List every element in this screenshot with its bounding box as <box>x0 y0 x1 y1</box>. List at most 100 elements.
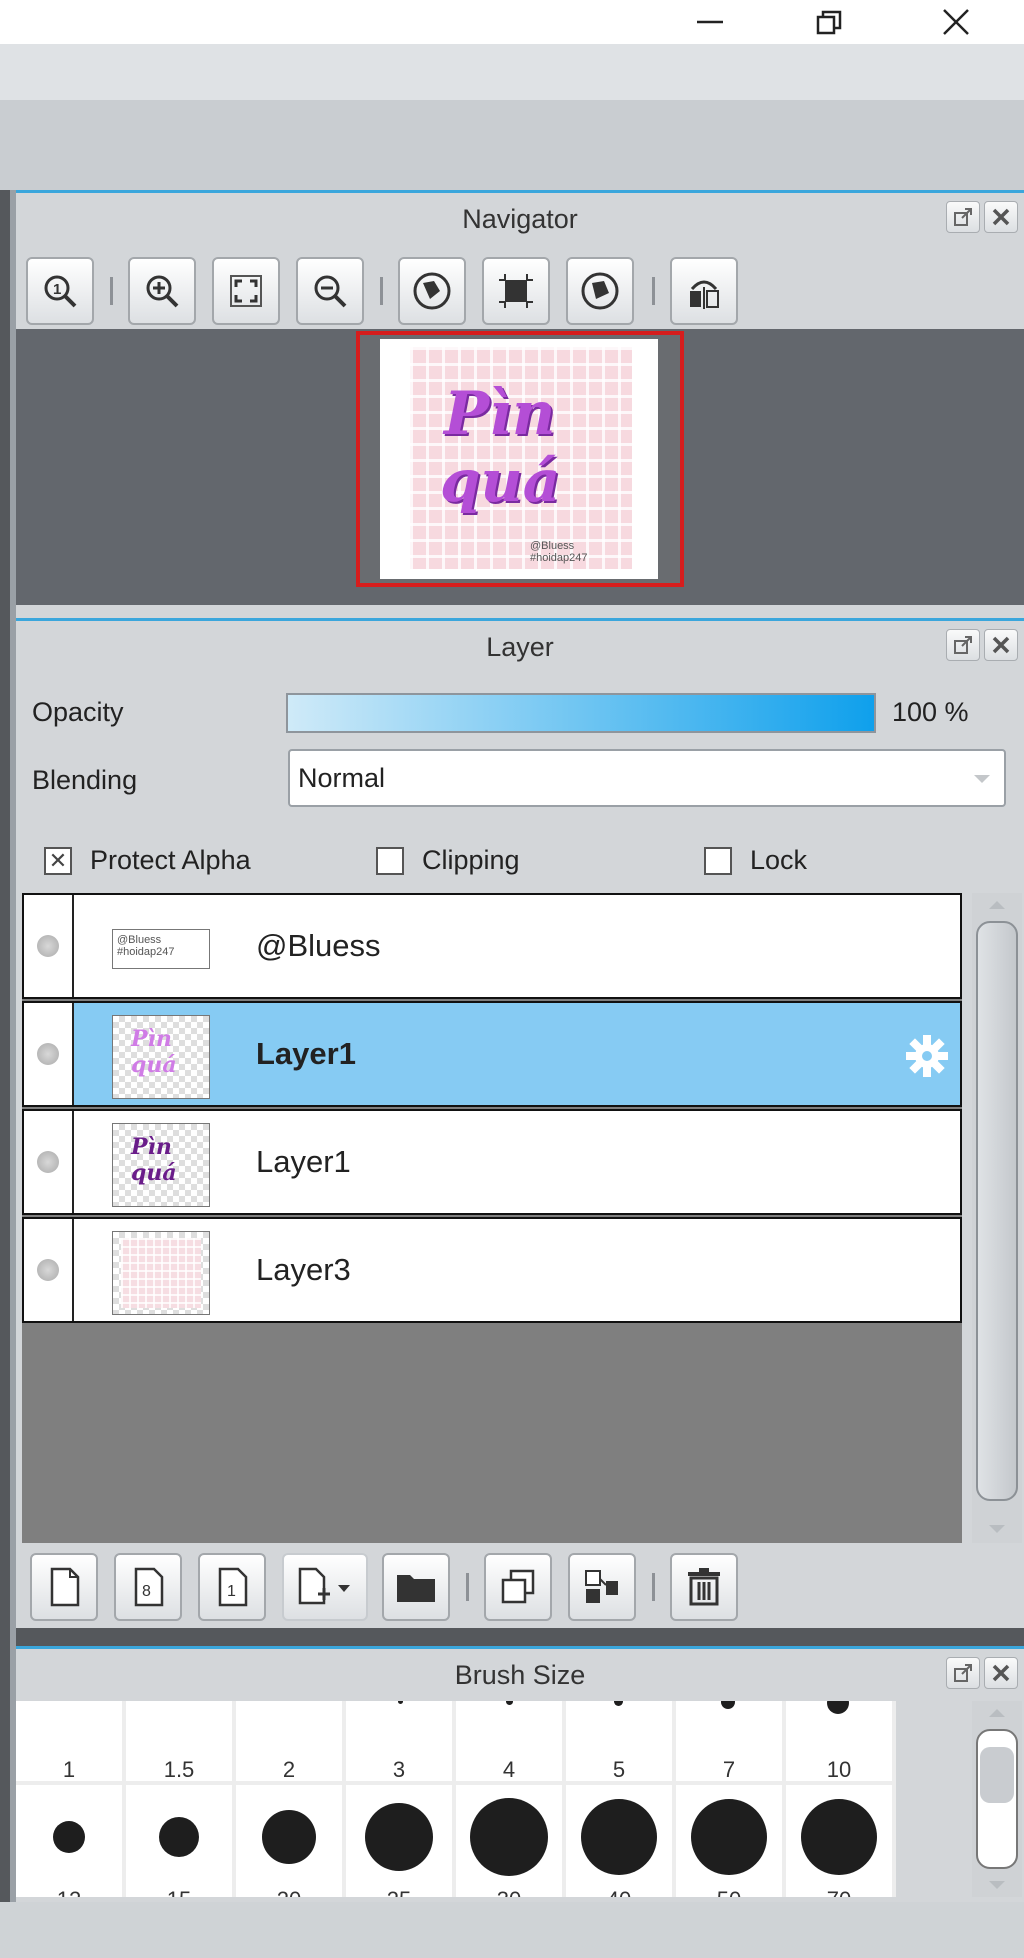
brush-size-label: 30 <box>456 1887 562 1897</box>
menu-bar <box>0 44 1024 100</box>
settings-gear-icon[interactable] <box>904 1033 950 1084</box>
close-panel-icon[interactable] <box>984 629 1018 661</box>
close-panel-icon[interactable] <box>984 201 1018 233</box>
brush-size-label: 20 <box>236 1887 342 1897</box>
zoom-out-icon[interactable] <box>296 257 364 325</box>
layer-row[interactable]: Pìn quá Layer1 <box>22 1109 962 1215</box>
clipping-label: Clipping <box>422 845 520 875</box>
scroll-up-icon[interactable] <box>989 901 1005 909</box>
new-1bit-layer-icon[interactable]: 1 <box>198 1553 266 1621</box>
brush-size-cell[interactable] <box>786 1785 892 1897</box>
panel-title: Layer <box>486 631 554 662</box>
new-8bit-layer-icon[interactable]: 8 <box>114 1553 182 1621</box>
layer-list[interactable]: @Bluess #hoidap247 @Bluess Pìn quá Layer1 … <box>22 893 962 1543</box>
brush-size-label: 25 <box>346 1887 452 1897</box>
layer-name: Layer1 <box>256 1036 356 1071</box>
minimize-icon[interactable] <box>680 0 740 44</box>
opacity-value: 100 % <box>892 697 969 727</box>
opacity-slider[interactable] <box>286 693 876 733</box>
scroll-down-icon[interactable] <box>989 1881 1005 1889</box>
scrollbar-thumb[interactable] <box>976 921 1018 1501</box>
layer-thumbnail: @Bluess #hoidap247 <box>112 929 210 969</box>
opacity-label: Opacity <box>32 697 124 727</box>
undock-icon[interactable] <box>946 201 980 233</box>
visibility-dot-icon <box>37 1259 59 1281</box>
brush-size-label: 50 <box>676 1887 782 1897</box>
blending-label: Blending <box>32 765 138 795</box>
visibility-dot-icon <box>37 1043 59 1065</box>
layer-visibility-toggle[interactable] <box>24 1003 74 1105</box>
merge-down-icon[interactable] <box>568 1553 636 1621</box>
close-panel-icon[interactable] <box>984 1657 1018 1689</box>
layer-thumbnail: Pìn quá <box>112 1123 210 1207</box>
layer-thumbnail <box>112 1231 210 1315</box>
brush-scrollbar[interactable] <box>972 1701 1022 1897</box>
new-folder-icon[interactable] <box>382 1553 450 1621</box>
duplicate-layer-icon[interactable] <box>484 1553 552 1621</box>
close-icon[interactable] <box>926 0 986 44</box>
toolbar-area <box>0 100 1024 192</box>
brush-size-label: 10 <box>826 1757 852 1782</box>
brush-size-cell[interactable] <box>676 1785 782 1897</box>
panel-title: Brush Size <box>454 1659 586 1690</box>
layer-visibility-toggle[interactable] <box>24 1219 74 1321</box>
visibility-dot-icon <box>37 935 59 957</box>
preview-signature-2: #hoidap247 <box>530 552 588 564</box>
lock-label: Lock <box>750 845 808 875</box>
undock-icon[interactable] <box>946 629 980 661</box>
navigator-preview-area[interactable]: Pìn quá @Bluess #hoidap247 <box>16 329 1024 605</box>
canvas-preview: Pìn quá @Bluess #hoidap247 <box>380 339 658 579</box>
brush-size-label: 40 <box>566 1887 672 1897</box>
brush-size-cell[interactable] <box>236 1785 342 1897</box>
brush-size-cell[interactable] <box>126 1785 232 1897</box>
panel-separator <box>16 1628 1024 1646</box>
fit-screen-icon[interactable] <box>212 257 280 325</box>
layer-name: Layer1 <box>256 1144 351 1179</box>
flip-icon[interactable] <box>670 257 738 325</box>
layer-row[interactable]: Layer3 <box>22 1217 962 1323</box>
layer-thumbnail: Pìn quá <box>112 1015 210 1099</box>
brush-size-cell[interactable] <box>16 1785 122 1897</box>
blending-value: Normal <box>298 762 386 793</box>
layer-row-selected[interactable]: Pìn quá Layer1 <box>22 1001 962 1107</box>
scrollbar-thumb[interactable] <box>980 1747 1014 1803</box>
brush-size-label: 1.5 <box>163 1757 195 1782</box>
layer-row[interactable]: @Bluess #hoidap247 @Bluess <box>22 893 962 999</box>
protect-alpha-checkbox[interactable]: ✕ <box>44 847 72 875</box>
layer-scrollbar[interactable] <box>972 893 1022 1543</box>
brush-size-cell[interactable] <box>456 1785 562 1897</box>
preview-artwork-line1: Pìn <box>444 379 556 449</box>
new-layer-icon[interactable] <box>30 1553 98 1621</box>
brush-size-label: 15 <box>126 1887 232 1897</box>
rotate-right-icon[interactable] <box>566 257 634 325</box>
status-strip <box>0 1902 1024 1958</box>
navigator-viewport-frame[interactable]: Pìn quá @Bluess #hoidap247 <box>356 331 684 587</box>
undock-icon[interactable] <box>946 1657 980 1689</box>
scroll-down-icon[interactable] <box>989 1525 1005 1533</box>
layer-visibility-toggle[interactable] <box>24 895 74 997</box>
brush-size-panel: Brush Size 1 1.5 2 3 4 5 7 10 12 15 20 <box>16 1646 1024 1902</box>
rotate-left-icon[interactable] <box>398 257 466 325</box>
brush-size-cell[interactable] <box>566 1785 672 1897</box>
layer-name: @Bluess <box>256 928 381 963</box>
brush-size-label: 5 <box>612 1757 626 1782</box>
layer-visibility-toggle[interactable] <box>24 1111 74 1213</box>
reset-view-icon[interactable] <box>482 257 550 325</box>
delete-layer-icon[interactable] <box>670 1553 738 1621</box>
svg-text:1: 1 <box>227 1583 236 1600</box>
svg-text:1: 1 <box>53 281 61 298</box>
blending-select[interactable]: Normal <box>288 749 1006 807</box>
zoom-reset-icon[interactable]: 1 <box>26 257 94 325</box>
scroll-up-icon[interactable] <box>989 1709 1005 1717</box>
panel-title: Navigator <box>462 203 578 234</box>
brush-size-grid[interactable]: 1 1.5 2 3 4 5 7 10 12 15 20 25 30 40 50 … <box>16 1701 896 1897</box>
zoom-in-icon[interactable] <box>128 257 196 325</box>
layer-panel: Layer Opacity 100 % Blending Normal ✕ Pr… <box>16 618 1024 1628</box>
add-layer-menu-icon[interactable] <box>282 1553 368 1621</box>
brush-size-cell[interactable] <box>346 1785 452 1897</box>
chevron-down-icon <box>974 775 990 783</box>
lock-checkbox[interactable] <box>704 847 732 875</box>
brush-size-label: 12 <box>16 1887 122 1897</box>
restore-icon[interactable] <box>800 0 860 44</box>
clipping-checkbox[interactable] <box>376 847 404 875</box>
